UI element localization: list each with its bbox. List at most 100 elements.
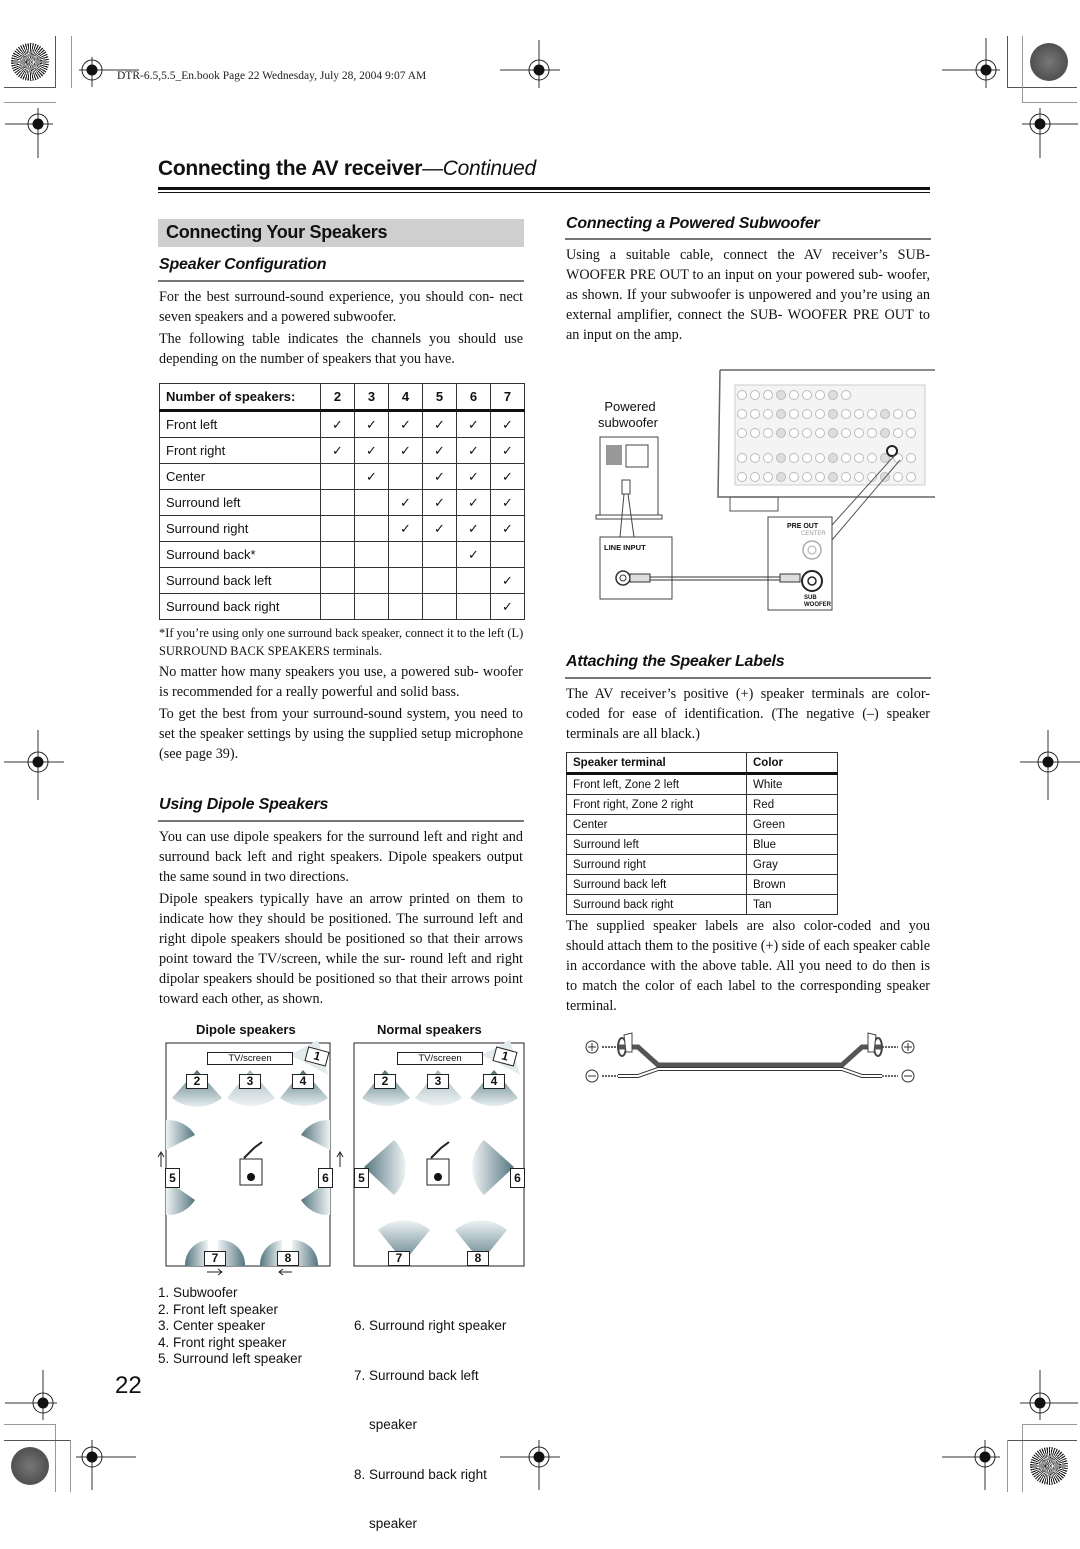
title-rule [158, 192, 930, 193]
table-row: Front right ✓ ✓ ✓ ✓ ✓ ✓ [159, 437, 525, 464]
minus-icon [901, 1069, 915, 1083]
jack-icon [906, 472, 916, 482]
speaker-number-8: 8 [467, 1251, 489, 1266]
dipole-direction-arrow [207, 1268, 223, 1276]
receiver-rear-panel [717, 369, 935, 512]
table-row: Front left, Zone 2 left White [566, 773, 838, 795]
center-label: CENTER [801, 531, 826, 537]
jack-icon [841, 472, 851, 482]
dipole-text: You can use dipole speakers for the surr… [159, 827, 523, 1011]
jack-icon [737, 390, 747, 400]
speaker-number-4: 4 [292, 1074, 314, 1089]
jack-icon [802, 472, 812, 482]
jack-icon [750, 409, 760, 419]
empty-cell [354, 593, 389, 620]
check-mark-icon: ✓ [422, 515, 457, 542]
check-mark-icon: ✓ [456, 437, 491, 464]
table-body: Front left ✓ ✓ ✓ ✓ ✓ ✓ Front right ✓ ✓ ✓ ✓ ✓ ✓ Center ✓… [159, 410, 525, 620]
table-header-row: Speaker terminal Color [566, 752, 838, 774]
empty-cell [422, 593, 457, 620]
row-label: Surround back right [159, 593, 321, 620]
jack-icon [854, 453, 864, 463]
speaker-number-5: 5 [165, 1168, 180, 1188]
speaker-number-2: 2 [186, 1074, 208, 1089]
pre-out-label: PRE OUT [787, 523, 819, 530]
jack-icon [867, 409, 877, 419]
jack-icon [776, 453, 786, 463]
table-header-count: 6 [456, 383, 491, 411]
line-input-label: LINE INPUT [604, 543, 646, 552]
empty-cell [320, 541, 355, 568]
empty-cell [422, 567, 457, 594]
dipole-heading: Using Dipole Speakers [159, 796, 329, 813]
terminal-name: Surround left [566, 834, 747, 855]
empty-cell [354, 489, 389, 516]
check-mark-icon: ✓ [490, 410, 525, 438]
subwoofer-cabinet-icon [595, 436, 663, 520]
check-mark-icon: ✓ [456, 410, 491, 438]
jack-icon [854, 409, 864, 419]
legend-item: speaker [354, 1516, 418, 1531]
check-mark-icon: ✓ [388, 410, 423, 438]
legend-item: 6. Surround right speaker [354, 1318, 507, 1333]
jack-icon [815, 453, 825, 463]
speaker-number-7: 7 [388, 1251, 410, 1266]
jack-icon [789, 472, 799, 482]
registration-starburst-icon [1030, 1447, 1068, 1485]
registration-target-icon [5, 1370, 57, 1420]
crop-mark [1007, 36, 1008, 88]
empty-cell [456, 593, 491, 620]
legend-item: 3. Center speaker [158, 1318, 266, 1333]
registration-target-icon [1022, 108, 1078, 158]
minus-icon [585, 1069, 599, 1083]
subwoofer-recommendation: No matter how many speakers you use, a p… [159, 662, 523, 766]
row-label: Front left [159, 410, 321, 438]
empty-cell [490, 541, 525, 568]
speaker-number-2: 2 [374, 1074, 396, 1089]
terminal-color: Red [746, 794, 838, 815]
crop-mark [1007, 1440, 1077, 1441]
speaker-number-3: 3 [427, 1074, 449, 1089]
dipole-direction-arrow [336, 1151, 344, 1167]
empty-cell [320, 463, 355, 490]
table-row: Surround right ✓ ✓ ✓ ✓ [159, 515, 525, 542]
check-mark-icon: ✓ [388, 489, 423, 516]
jack-icon [906, 409, 916, 419]
speaker-config-intro: For the best surround-sound experience, … [159, 287, 523, 371]
heading-rule [565, 677, 931, 679]
paragraph: The following table indicates the channe… [159, 331, 523, 367]
empty-cell [320, 489, 355, 516]
crop-mark [1022, 1424, 1023, 1492]
legend-item: 4. Front right speaker [158, 1334, 287, 1350]
jack-icon [737, 409, 747, 419]
jack-icon [776, 409, 786, 419]
row-label: Surround back* [159, 541, 321, 568]
terminal-color: Brown [746, 874, 838, 895]
jack-icon [789, 453, 799, 463]
paragraph: The AV receiver’s positive (+) speaker t… [566, 686, 930, 742]
jack-icon [737, 472, 747, 482]
jack-icon [893, 428, 903, 438]
paragraph: You can use dipole speakers for the surr… [159, 829, 523, 885]
registration-disc-icon [1030, 43, 1068, 81]
jack-icon [763, 390, 773, 400]
jack-icon [893, 409, 903, 419]
caption-line: Powered [604, 399, 656, 414]
registration-target-icon [500, 1440, 560, 1490]
terminal-name: Surround back left [566, 874, 747, 895]
terminal-name: Front right, Zone 2 right [566, 794, 747, 815]
table-row: Surround back left Brown [566, 874, 838, 895]
jack-icon [854, 428, 864, 438]
terminal-color: Blue [746, 834, 838, 855]
speaker-cable [602, 1044, 898, 1078]
table-row: Surround left ✓ ✓ ✓ ✓ [159, 489, 525, 516]
speaker-configuration-heading: Speaker Configuration [159, 256, 327, 273]
jack-icon [828, 472, 838, 482]
jack-icon [750, 453, 760, 463]
jack-icon [802, 390, 812, 400]
jack-icon [802, 453, 812, 463]
crop-mark [1022, 102, 1077, 103]
check-mark-icon: ✓ [422, 463, 457, 490]
paragraph: No matter how many speakers you use, a p… [159, 664, 523, 700]
jack-icon [815, 409, 825, 419]
